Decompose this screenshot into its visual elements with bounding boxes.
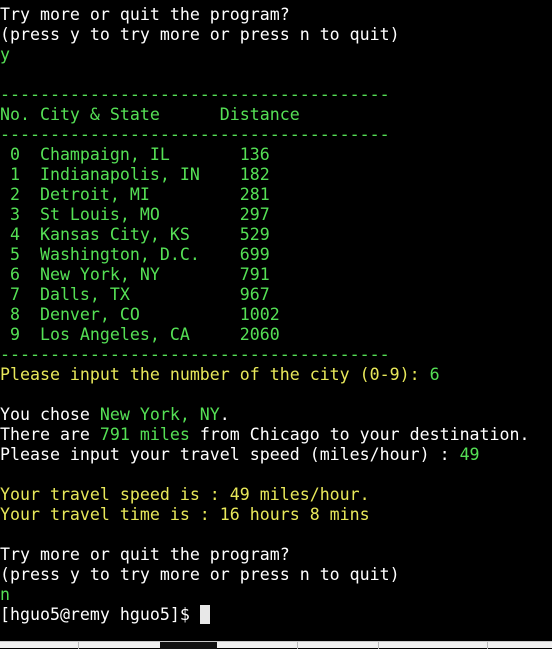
speed-input-answer: 49 — [459, 445, 480, 464]
city-input-prompt: Please input the number of the city (0-9… — [0, 365, 430, 384]
travel-time-line: Your travel time is : 16 hours 8 mins — [0, 505, 370, 524]
distance-line: There are 791 miles from Chicago to your… — [0, 425, 552, 445]
try-more-question-2: Try more or quit the program? — [0, 545, 290, 564]
table-row: 6 New York, NY 791 — [0, 265, 270, 284]
speed-input-line: Please input your travel speed (miles/ho… — [0, 445, 552, 465]
chose-line: You chose New York, NY. — [0, 405, 552, 425]
table-row: 8 Denver, CO 1002 — [0, 305, 280, 324]
distance-prefix: There are — [0, 425, 100, 444]
table-row: 0 Champaign, IL 136 — [0, 145, 270, 164]
city-input-line: Please input the number of the city (0-9… — [0, 365, 552, 385]
chose-city: New York, NY — [99, 405, 220, 424]
table-row: 1 Indianapolis, IN 182 — [0, 165, 270, 184]
bottom-status-bar — [0, 641, 552, 649]
table-row: 5 Washington, D.C. 699 — [0, 245, 270, 264]
table-divider-bottom: --------------------------------------- — [0, 345, 390, 364]
try-more-hint: (press y to try more or press n to quit) — [0, 25, 400, 44]
table-row: 3 St Louis, MO 297 — [0, 205, 270, 224]
city-input-answer: 6 — [429, 365, 440, 384]
terminal-output: Try more or quit the program? (press y t… — [0, 5, 552, 625]
try-more-hint-2: (press y to try more or press n to quit) — [0, 565, 400, 584]
travel-speed-line: Your travel speed is : 49 miles/hour. — [0, 485, 370, 504]
table-divider-mid: --------------------------------------- — [0, 125, 390, 144]
table-header: No. City & State Distance — [0, 105, 300, 124]
table-row: 7 Dalls, TX 967 — [0, 285, 270, 304]
distance-miles: 791 miles — [99, 425, 190, 444]
chose-prefix: You chose — [0, 405, 100, 424]
shell-prompt-line[interactable]: [hguo5@remy hguo5]$ — [0, 605, 552, 625]
table-divider-top: --------------------------------------- — [0, 85, 390, 104]
try-more-question: Try more or quit the program? — [0, 5, 290, 24]
try-more-answer: y — [0, 45, 10, 64]
table-row: 4 Kansas City, KS 529 — [0, 225, 270, 244]
table-row: 9 Los Angeles, CA 2060 — [0, 325, 280, 344]
distance-suffix: from Chicago to your destination. — [189, 425, 530, 444]
shell-prompt: [hguo5@remy hguo5]$ — [0, 605, 200, 624]
terminal-cursor[interactable] — [199, 605, 210, 624]
try-more-answer-2: n — [0, 585, 10, 604]
table-row: 2 Detroit, MI 281 — [0, 185, 270, 204]
speed-input-prompt: Please input your travel speed (miles/ho… — [0, 445, 460, 464]
chose-suffix: . — [219, 405, 230, 424]
